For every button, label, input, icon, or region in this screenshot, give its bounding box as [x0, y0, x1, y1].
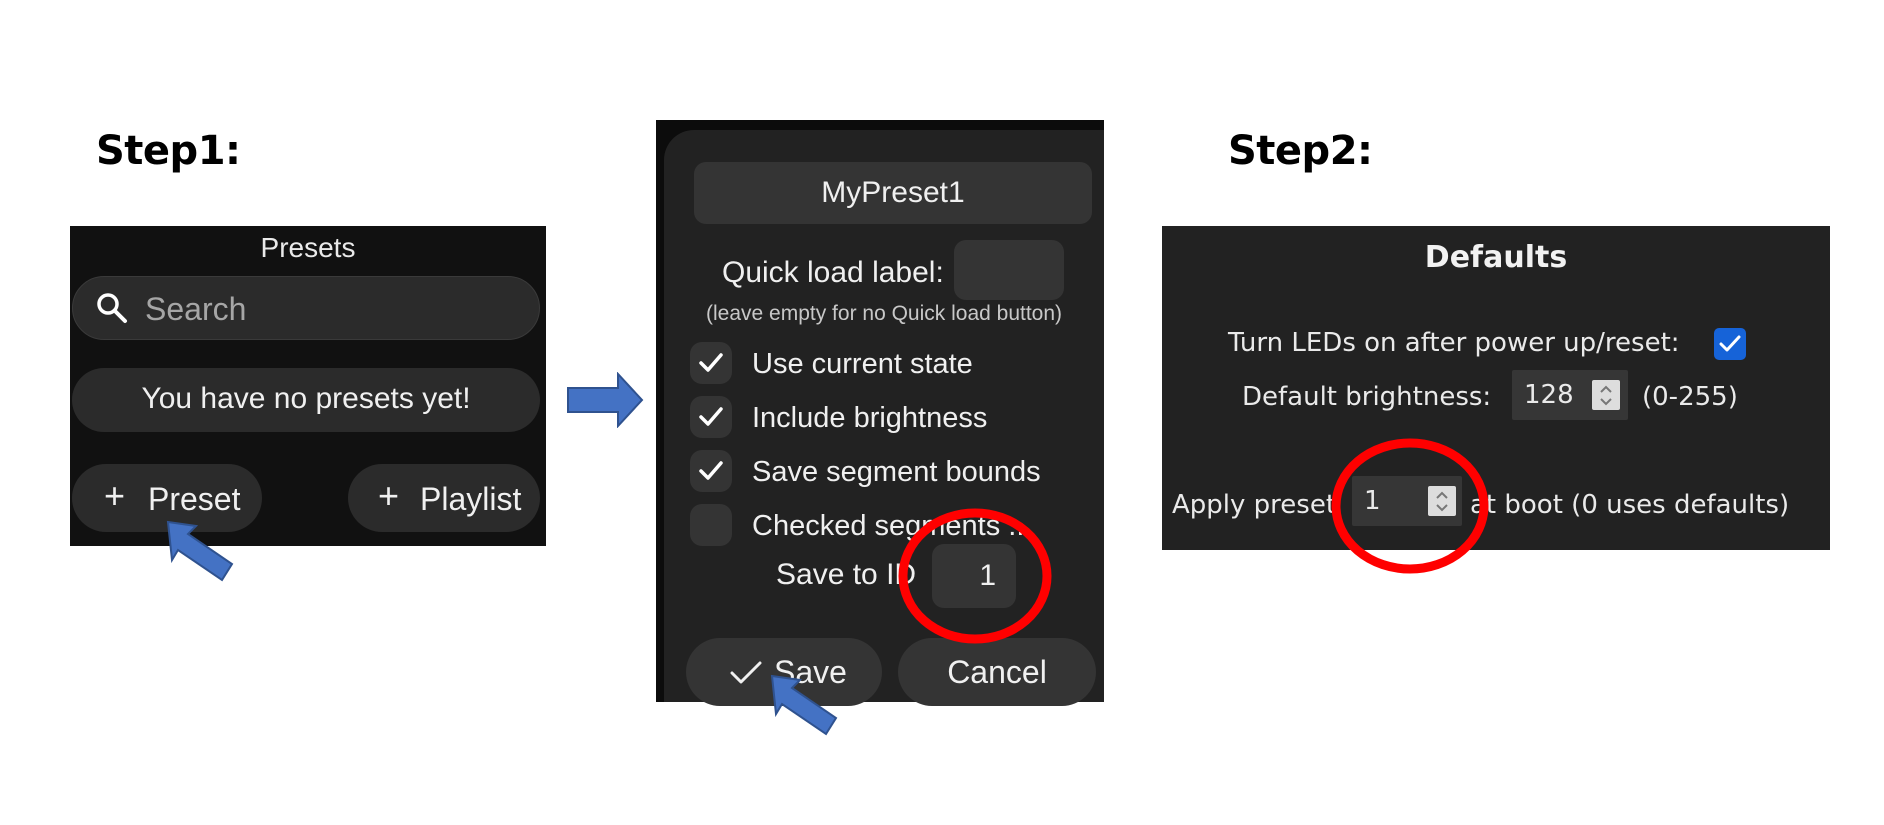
highlight-circle: [1331, 438, 1489, 574]
preset-name-field[interactable]: MyPreset1: [694, 162, 1092, 224]
quick-load-input[interactable]: [954, 240, 1064, 300]
turn-on-label: Turn LEDs on after power up/reset:: [1228, 328, 1680, 358]
pointer-arrow-icon: [770, 674, 838, 736]
search-icon: [97, 293, 127, 323]
defaults-title: Defaults: [1424, 240, 1568, 275]
search-input[interactable]: Search: [72, 276, 540, 340]
plus-icon: +: [378, 475, 400, 516]
cancel-button[interactable]: Cancel: [898, 638, 1096, 706]
option-label: Use current state: [752, 348, 973, 380]
brightness-value: 128: [1524, 380, 1574, 410]
add-playlist-label: Playlist: [420, 481, 522, 517]
checkbox[interactable]: [690, 450, 732, 492]
checkmark-icon: [699, 353, 723, 372]
empty-presets-message: You have no presets yet!: [72, 368, 540, 432]
presets-title: Presets: [260, 232, 356, 263]
checkmark-icon: [699, 461, 723, 480]
presets-panel: Presets Search You have no presets yet! …: [70, 226, 546, 546]
search-placeholder: Search: [145, 291, 247, 327]
brightness-range: (0-255): [1642, 382, 1738, 412]
step1-title: Step1:: [96, 128, 241, 174]
number-spinner[interactable]: [1592, 380, 1620, 410]
checkbox[interactable]: [690, 342, 732, 384]
chevron-up-icon: [1600, 385, 1612, 393]
pointer-arrow-icon: [166, 520, 234, 582]
turn-on-checkbox[interactable]: [1714, 328, 1746, 360]
apply-preset-label: Apply preset: [1172, 490, 1337, 520]
add-preset-label: Preset: [148, 481, 241, 517]
checkbox[interactable]: [690, 504, 732, 546]
add-playlist-button[interactable]: + Playlist: [348, 464, 540, 532]
plus-icon: +: [104, 475, 126, 516]
checkmark-icon: [730, 661, 762, 684]
defaults-panel: Defaults Turn LEDs on after power up/res…: [1162, 226, 1830, 550]
quick-load-hint: (leave empty for no Quick load button): [706, 302, 1063, 325]
option-label: Include brightness: [752, 402, 988, 434]
option-label: Save segment bounds: [752, 456, 1041, 488]
checkbox[interactable]: [690, 396, 732, 438]
step2-title: Step2:: [1228, 128, 1373, 174]
quick-load-label: Quick load label:: [722, 256, 944, 289]
checkmark-icon: [699, 407, 723, 426]
highlight-circle: [898, 508, 1052, 644]
default-brightness-label: Default brightness:: [1242, 382, 1492, 412]
default-brightness-input[interactable]: 128: [1512, 370, 1628, 420]
right-arrow-icon: [567, 372, 644, 428]
chevron-down-icon: [1600, 398, 1612, 406]
apply-preset-suffix: at boot (0 uses defaults): [1470, 490, 1790, 520]
checkmark-icon: [1719, 335, 1741, 352]
